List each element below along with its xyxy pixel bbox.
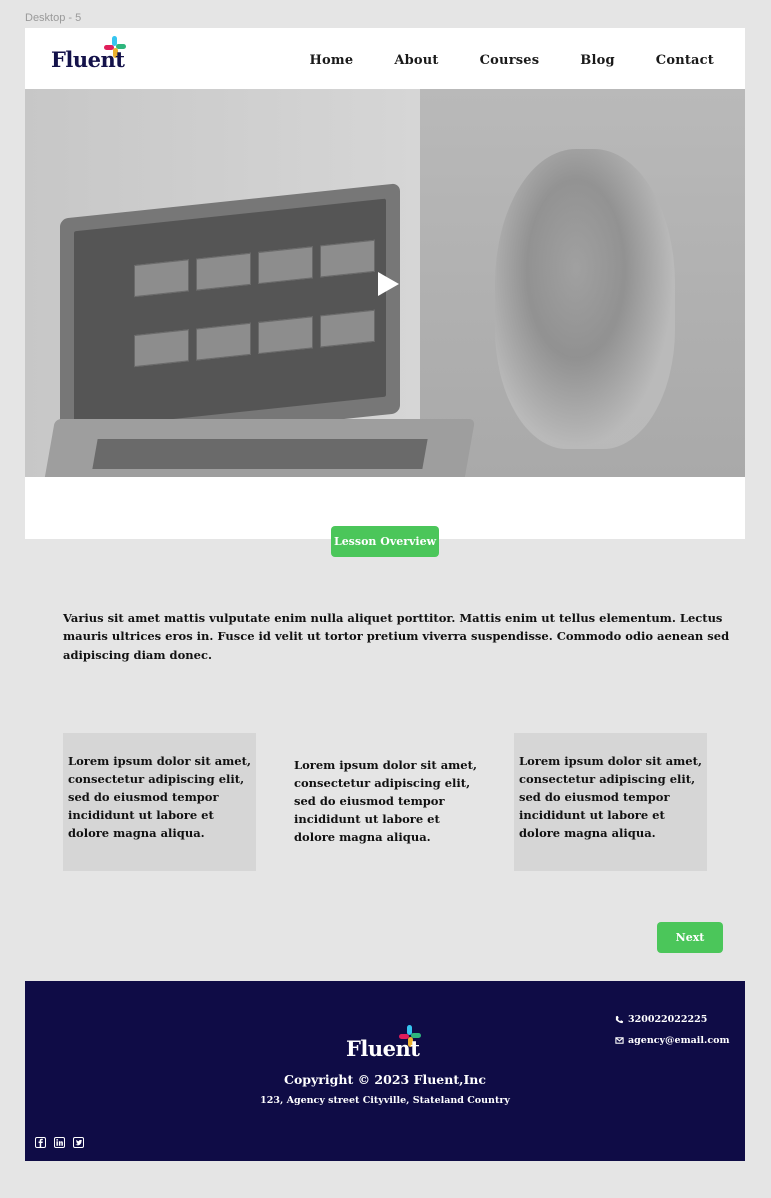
video-thumbnail [320,239,375,278]
frame-label: Desktop - 5 [25,12,82,24]
nav-about[interactable]: About [394,53,438,68]
facebook-icon[interactable] [35,1137,46,1148]
play-icon[interactable] [372,269,402,299]
footer-wordmark: Fluent [346,1036,420,1061]
laptop-keyboard [92,439,428,469]
next-button[interactable]: Next [657,922,723,953]
video-thumbnail [134,329,189,368]
contact-phone[interactable]: 320022022225 [615,1014,707,1025]
lesson-card: Lorem ipsum dolor sit amet, consectetur … [63,733,256,871]
lesson-overview-button[interactable]: Lesson Overview [331,526,439,557]
video-thumbnail [258,316,313,355]
nav-blog[interactable]: Blog [580,53,615,68]
phone-number: 320022022225 [628,1014,708,1025]
nav-home[interactable]: Home [310,53,354,68]
linkedin-icon[interactable] [54,1137,65,1148]
lesson-card: Lorem ipsum dolor sit amet, consectetur … [294,758,477,844]
nav-contact[interactable]: Contact [656,53,714,68]
footer-logo[interactable]: Fluent [346,1024,426,1064]
video-thumbnail [320,309,375,348]
copyright-text: Copyright © 2023 Fluent,Inc [284,1072,486,1087]
hero-video[interactable] [25,89,745,477]
envelope-icon [615,1037,624,1044]
email-address: agency@email.com [628,1035,730,1046]
laptop-display [74,198,386,430]
twitter-icon[interactable] [73,1137,84,1148]
logo-wordmark: Fluent [51,47,125,72]
hero-portrait-painting [495,149,675,449]
video-thumbnail [196,252,251,291]
contact-email[interactable]: agency@email.com [615,1035,730,1046]
video-thumbnail [134,259,189,298]
brand-logo[interactable]: Fluent [51,35,131,75]
address-text: 123, Agency street Cityville, Stateland … [260,1095,510,1106]
video-thumbnail [196,322,251,361]
lesson-intro-text: Varius sit amet mattis vulputate enim nu… [63,611,730,662]
laptop-screen [60,183,400,449]
social-links [35,1137,84,1148]
nav-courses[interactable]: Courses [480,53,540,68]
main-nav: Home About Courses Blog Contact [310,53,714,68]
lesson-card: Lorem ipsum dolor sit amet, consectetur … [514,733,707,871]
site-header: Fluent Home About Courses Blog Contact [25,28,745,89]
video-thumbnail [258,246,313,285]
phone-icon [615,1015,624,1024]
site-footer: Fluent Copyright © 2023 Fluent,Inc 123, … [25,981,745,1161]
